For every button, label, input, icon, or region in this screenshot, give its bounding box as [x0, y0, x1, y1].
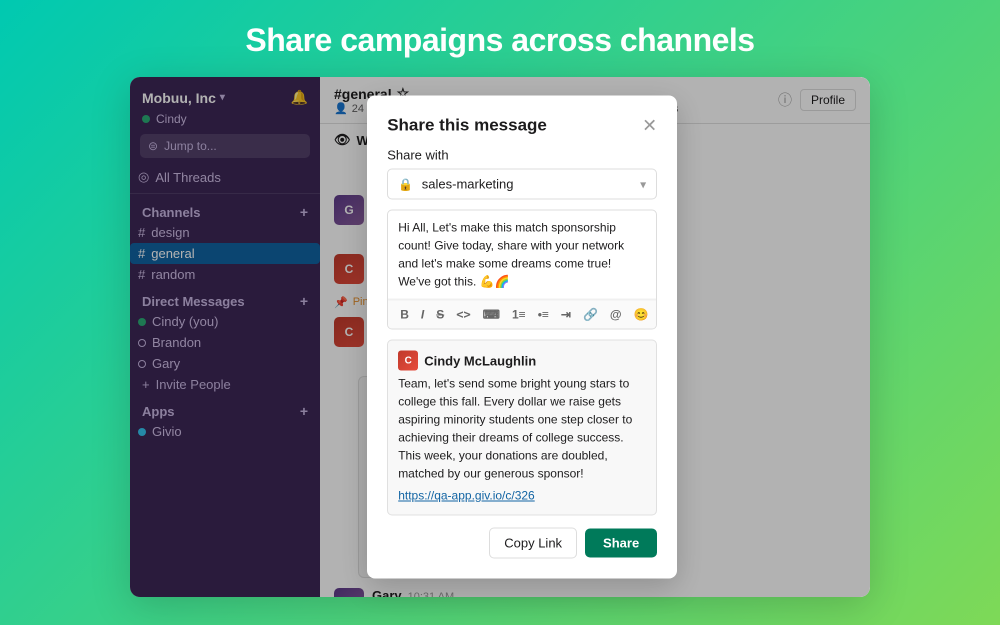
message-compose: Hi All, Let's make this match sponsorshi…	[387, 210, 657, 330]
compose-toolbar: B I S <> ⌨ 1≡ •≡ ⇥ 🔗 @ 😊	[388, 300, 656, 329]
modal-title: Share this message	[387, 116, 547, 136]
message-preview: C Cindy McLaughlin Team, let's send some…	[387, 340, 657, 516]
preview-author-row: C Cindy McLaughlin	[398, 351, 646, 371]
share-with-label: Share with	[387, 148, 657, 163]
modal-header: Share this message ✕	[387, 116, 657, 136]
mention-button[interactable]: @	[606, 306, 626, 324]
inline-code-button[interactable]: ⌨	[479, 306, 504, 324]
preview-link[interactable]: https://qa-app.giv.io/c/326	[398, 489, 535, 503]
selected-channel: sales-marketing	[422, 177, 514, 192]
compose-text-area[interactable]: Hi All, Let's make this match sponsorshi…	[388, 211, 656, 300]
bold-button[interactable]: B	[396, 306, 413, 324]
channel-select[interactable]: 🔒 sales-marketing ▾	[387, 169, 657, 200]
lock-icon: 🔒	[398, 178, 413, 192]
indent-button[interactable]: ⇥	[557, 306, 575, 324]
chevron-down-icon: ▾	[640, 177, 646, 191]
code-button[interactable]: <>	[452, 306, 474, 324]
share-button[interactable]: Share	[585, 529, 657, 558]
close-icon[interactable]: ✕	[642, 117, 657, 135]
emoji-button[interactable]: 😊	[630, 306, 653, 324]
italic-button[interactable]: I	[417, 306, 428, 324]
strikethrough-button[interactable]: S	[432, 306, 448, 324]
preview-avatar: C	[398, 351, 418, 371]
preview-author-name: Cindy McLaughlin	[424, 353, 536, 368]
page-title: Share campaigns across channels	[245, 0, 754, 77]
ordered-list-button[interactable]: 1≡	[508, 306, 530, 324]
copy-link-button[interactable]: Copy Link	[489, 528, 577, 559]
modal-actions: Copy Link Share	[387, 528, 657, 559]
link-button[interactable]: 🔗	[579, 306, 602, 324]
preview-text: Team, let's send some bright young stars…	[398, 375, 646, 483]
select-left: 🔒 sales-marketing	[398, 177, 513, 192]
bullet-list-button[interactable]: •≡	[534, 306, 553, 324]
share-modal: Share this message ✕ Share with 🔒 sales-…	[367, 96, 677, 579]
